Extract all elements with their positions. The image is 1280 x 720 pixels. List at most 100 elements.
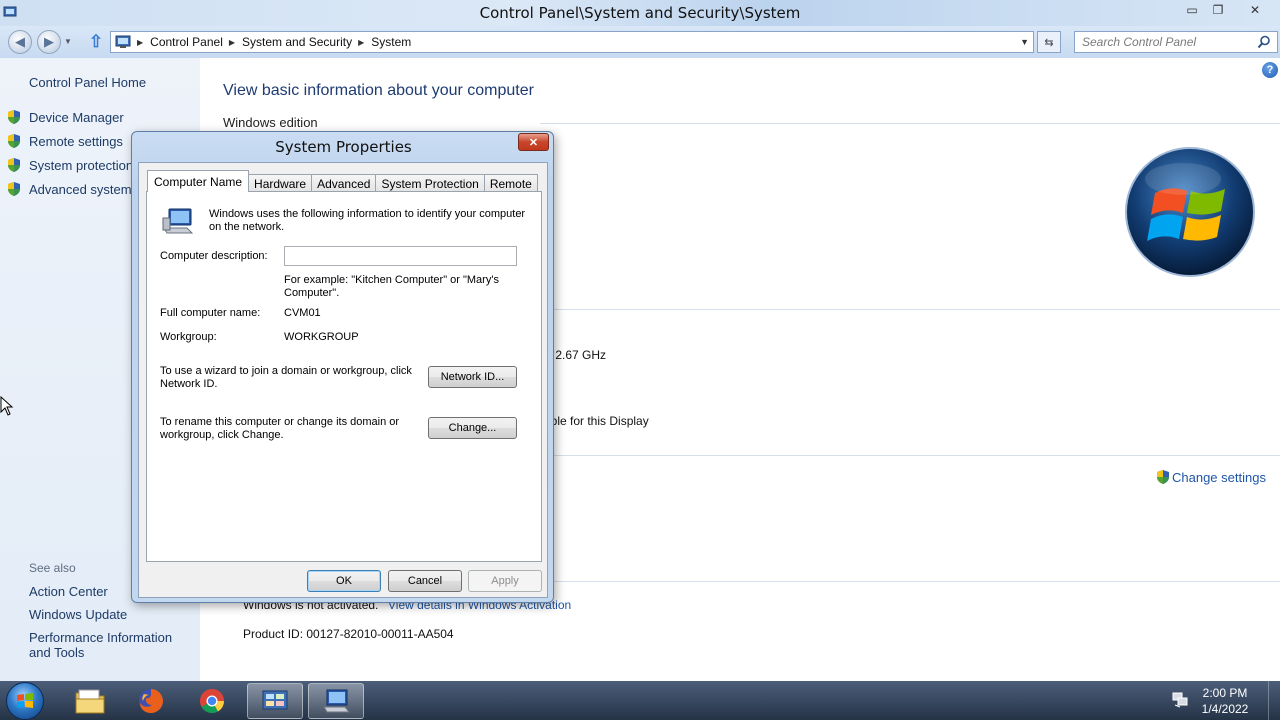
uac-shield-icon [8, 182, 20, 196]
tab-hardware[interactable]: Hardware [248, 174, 313, 192]
cancel-button[interactable]: Cancel [388, 570, 462, 592]
recent-pages-dropdown[interactable]: ▼ [64, 37, 72, 46]
advanced-system-settings-link[interactable]: Advanced system s [6, 179, 142, 199]
minimize-button[interactable]: ▭ [1178, 0, 1206, 20]
intro-text: Windows uses the following information t… [209, 208, 526, 233]
uac-shield-icon [8, 158, 20, 172]
advanced-system-settings-label: Advanced system s [29, 181, 142, 197]
see-also-heading: See also [29, 561, 76, 575]
workgroup-label: Workgroup: [160, 331, 217, 343]
full-computer-name-value: CVM01 [284, 307, 321, 319]
dialog-body: Computer Name Hardware Advanced System P… [138, 162, 548, 598]
tab-computer-name[interactable]: Computer Name [147, 170, 250, 192]
network-id-instructions: To use a wizard to join a domain or work… [160, 365, 412, 390]
change-settings-label: Change settings [1172, 469, 1266, 485]
ok-button[interactable]: OK [307, 570, 381, 592]
breadcrumb-system-and-security[interactable]: System and Security [242, 35, 352, 49]
folder-icon [75, 689, 105, 714]
remote-settings-label: Remote settings [29, 133, 123, 149]
system-protection-link[interactable]: System protection [6, 155, 133, 175]
control-panel-icon [115, 35, 131, 48]
display-info-value: ible for this Display [548, 414, 649, 428]
network-id-button[interactable]: Network ID... [428, 366, 517, 388]
section-divider [554, 309, 1280, 310]
search-box[interactable] [1074, 31, 1278, 53]
uac-shield-icon [1157, 470, 1169, 484]
tab-system-protection[interactable]: System Protection [375, 174, 485, 192]
change-settings-link[interactable]: Change settings [1155, 469, 1266, 485]
dialog-title: System Properties [275, 138, 412, 156]
network-icon[interactable] [1171, 692, 1189, 708]
arrow-up-icon: ⇧ [88, 32, 104, 51]
apply-button[interactable]: Apply [468, 570, 542, 592]
up-level-button[interactable]: ⇧ [86, 32, 106, 52]
control-panel-home-link[interactable]: Control Panel Home [29, 75, 146, 90]
refresh-icon: ⇆ [1044, 36, 1054, 49]
system-protection-label: System protection [29, 157, 134, 173]
performance-information-link[interactable]: Performance Information and Tools [29, 630, 194, 660]
device-manager-link[interactable]: Device Manager [6, 107, 124, 127]
computer-network-icon [162, 208, 194, 234]
search-input[interactable] [1075, 32, 1247, 52]
device-manager-label: Device Manager [29, 109, 124, 125]
taskbar-firefox-button[interactable] [123, 683, 179, 719]
address-bar[interactable]: ▶ Control Panel ▶ System and Security ▶ … [110, 31, 1034, 53]
chevron-right-icon[interactable]: ▶ [137, 38, 143, 47]
start-button[interactable] [6, 682, 44, 720]
remote-settings-link[interactable]: Remote settings [6, 131, 123, 151]
search-icon[interactable] [1257, 35, 1271, 49]
close-button[interactable]: ✕ [1238, 0, 1272, 20]
taskbar-control-panel-button[interactable] [247, 683, 303, 719]
rename-instructions: To rename this computer or change its do… [160, 416, 400, 441]
forward-button[interactable]: ▶ [37, 30, 61, 54]
uac-shield-icon [8, 134, 20, 148]
product-id: Product ID: 00127-82010-00011-AA504 [243, 627, 454, 641]
firefox-icon [139, 689, 163, 713]
window-title: Control Panel\System and Security\System [479, 4, 801, 22]
change-button[interactable]: Change... [428, 417, 517, 439]
navigation-bar: ◀ ▶ ▼ ⇧ ▶ Control Panel ▶ System and Sec… [0, 26, 1280, 58]
taskbar-clock[interactable]: 2:00 PM 1/4/2022 [1192, 685, 1258, 717]
taskbar: 2:00 PM 1/4/2022 [0, 681, 1280, 720]
windows-logo-icon [1125, 147, 1255, 277]
chevron-right-icon[interactable]: ▶ [229, 38, 235, 47]
processor-speed-value: ) 2.67 GHz [548, 348, 607, 362]
chevron-down-icon[interactable]: ▼ [1020, 37, 1029, 47]
dialog-close-button[interactable]: ✕ [518, 133, 549, 151]
chrome-icon [200, 689, 224, 714]
description-example: For example: "Kitchen Computer" or "Mary… [284, 274, 499, 299]
uac-shield-icon [8, 110, 20, 124]
section-divider [554, 581, 1280, 582]
mouse-cursor-icon [0, 396, 14, 416]
arrow-right-icon: ▶ [44, 34, 54, 49]
dialog-tabs: Computer Name Hardware Advanced System P… [147, 170, 538, 192]
page-title: View basic information about your comput… [223, 82, 534, 99]
windows-update-link[interactable]: Windows Update [29, 607, 194, 622]
computer-name-panel: Windows uses the following information t… [146, 191, 542, 562]
clock-date: 1/4/2022 [1201, 702, 1249, 716]
refresh-button[interactable]: ⇆ [1037, 31, 1061, 53]
clock-time: 2:00 PM [1202, 686, 1248, 700]
maximize-button[interactable]: ❐ [1204, 0, 1232, 20]
full-computer-name-label: Full computer name: [160, 307, 261, 319]
taskbar-file-explorer-button[interactable] [62, 683, 118, 719]
taskbar-system-properties-button[interactable] [308, 683, 364, 719]
breadcrumb-system[interactable]: System [371, 35, 411, 49]
computer-description-input[interactable] [284, 246, 517, 266]
back-button[interactable]: ◀ [8, 30, 32, 54]
taskbar-chrome-button[interactable] [184, 683, 240, 719]
window-titlebar: Control Panel\System and Security\System… [0, 0, 1280, 26]
computer-icon [323, 689, 351, 713]
help-icon[interactable]: ? [1262, 62, 1278, 78]
chevron-right-icon[interactable]: ▶ [358, 38, 364, 47]
system-properties-dialog: System Properties ✕ Computer Name Hardwa… [131, 131, 554, 603]
section-divider [540, 123, 1280, 124]
section-divider [554, 455, 1280, 456]
windows-edition-heading: Windows edition [223, 115, 318, 130]
tab-advanced[interactable]: Advanced [311, 174, 377, 192]
breadcrumb-control-panel[interactable]: Control Panel [150, 35, 223, 49]
show-desktop-button[interactable] [1268, 681, 1280, 720]
computer-description-label: Computer description: [160, 250, 268, 262]
workgroup-value: WORKGROUP [284, 331, 359, 343]
tab-remote[interactable]: Remote [483, 174, 538, 192]
